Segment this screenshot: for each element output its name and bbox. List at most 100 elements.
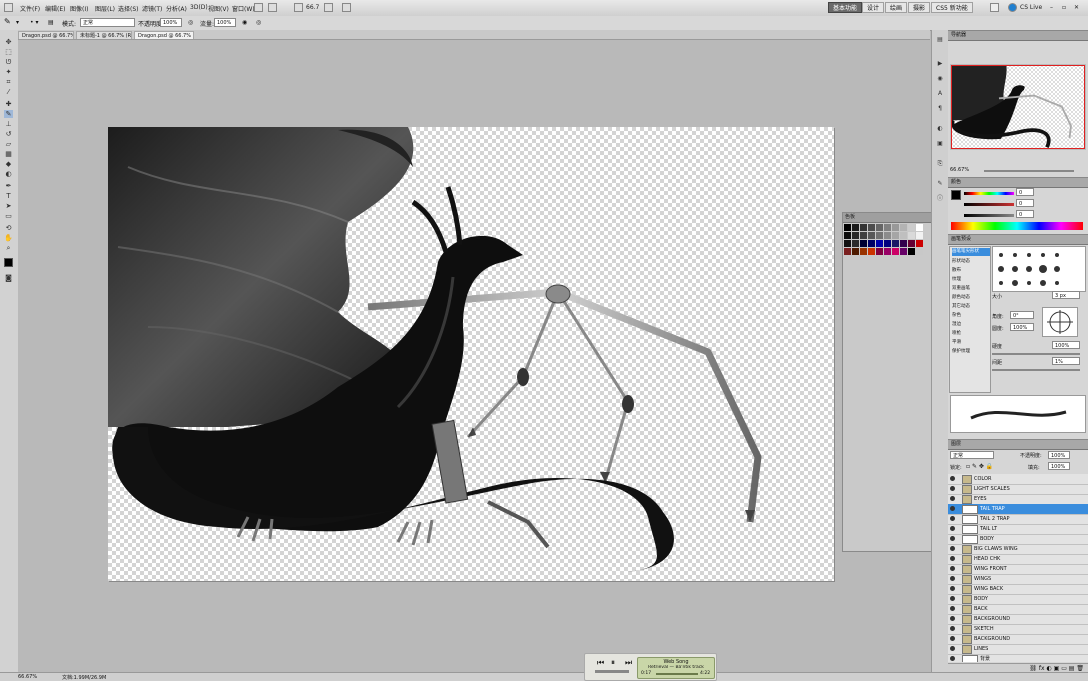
tool-preset-dropdown-icon[interactable]: ▾ [16,19,19,26]
pressure-opacity-icon[interactable]: ◎ [188,19,193,26]
blur-tool-icon[interactable]: ◆ [4,160,13,168]
color-b-slider[interactable] [964,214,1014,217]
eyedropper-tool-icon[interactable]: ⁄ [4,88,13,96]
workspace-essentials[interactable]: 基本功能 [828,2,863,13]
pressure-size-icon[interactable]: ◎ [256,19,261,26]
workspace-painting[interactable]: 绘画 [885,2,908,13]
swatch[interactable] [900,224,907,231]
swatch[interactable] [860,224,867,231]
airbrush-item[interactable]: 喷枪 [952,330,988,338]
prev-icon[interactable]: ⏮ [597,658,604,668]
visibility-eye-icon[interactable] [950,486,955,491]
visibility-eye-icon[interactable] [950,646,955,651]
visibility-eye-icon[interactable] [950,556,955,561]
dodge-tool-icon[interactable]: ◐ [4,170,13,178]
zoom-level-value[interactable]: 66.7 [306,4,319,11]
navigator-title[interactable]: 导航器 [948,31,1088,41]
hand-tool-icon[interactable]: ✋ [4,234,13,242]
menu-layer[interactable]: 图层(L) [95,4,115,13]
paragraph-icon[interactable]: ¶ [935,105,945,113]
swatch[interactable] [884,224,891,231]
visibility-eye-icon[interactable] [950,586,955,591]
wet-edges-item[interactable]: 湿边 [952,321,988,329]
color-r-field[interactable]: 0 [1016,188,1034,196]
swatch[interactable] [908,248,915,255]
3d-icon[interactable]: ◉ [935,75,945,83]
menu-view[interactable]: 视图(V) [208,4,229,13]
hardness-field[interactable]: 100% [1052,341,1080,349]
history-brush-icon[interactable]: ↺ [4,130,13,138]
swatch[interactable] [892,224,899,231]
lasso-tool-icon[interactable]: ᘎ [4,58,13,66]
visibility-eye-icon[interactable] [950,656,955,661]
character-icon[interactable]: A [935,90,945,98]
navigator-zoom[interactable]: 66.67% [950,167,969,173]
texture-item[interactable]: 纹理 [952,276,988,284]
visibility-eye-icon[interactable] [950,516,955,521]
swatch[interactable] [860,232,867,239]
swatch[interactable] [844,224,851,231]
visibility-eye-icon[interactable] [950,626,955,631]
workspace-photography[interactable]: 摄影 [908,2,931,13]
track-progress-bar[interactable] [656,673,698,675]
menu-edit[interactable]: 编辑(E) [45,4,65,13]
layer-opacity-field[interactable]: 100% [1048,451,1070,459]
swatch[interactable] [844,240,851,247]
actions-icon[interactable]: ▶ [935,60,945,68]
swatch[interactable] [868,240,875,247]
restore-icon[interactable]: ▫ [1062,4,1066,11]
swatch[interactable] [916,240,923,247]
dual-brush-item[interactable]: 双重画笔 [952,285,988,293]
masks-icon[interactable]: ▣ [935,140,945,148]
airbrush-icon[interactable]: ◉ [242,19,247,26]
swatch[interactable] [900,248,907,255]
brush-tool-icon[interactable]: ✎ [4,17,11,26]
tool-presets-icon[interactable]: ✎ [935,180,945,188]
visibility-eye-icon[interactable] [950,476,955,481]
cs-live-icon[interactable] [1008,3,1017,12]
layer-row[interactable]: 背景 [948,654,1088,662]
shape-tool-icon[interactable]: ▭ [4,212,13,220]
swatch[interactable] [900,240,907,247]
noise-item[interactable]: 杂色 [952,312,988,320]
visibility-eye-icon[interactable] [950,616,955,621]
swatch[interactable] [860,240,867,247]
opacity-field[interactable]: 100% [160,18,182,27]
swatch[interactable] [916,248,923,255]
visibility-eye-icon[interactable] [950,636,955,641]
next-icon[interactable]: ⏭ [625,658,632,668]
visibility-eye-icon[interactable] [950,496,955,501]
flow-field[interactable]: 100% [214,18,236,27]
status-zoom[interactable]: 66.67% [18,674,37,680]
swatch[interactable] [884,248,891,255]
path-select-tool-icon[interactable]: ➤ [4,202,13,210]
shape-dynamics-item[interactable]: 形状动态 [952,258,988,266]
color-g-slider[interactable] [964,203,1014,206]
marquee-tool-icon[interactable]: ⬚ [4,48,13,56]
swatch[interactable] [876,232,883,239]
visibility-eye-icon[interactable] [950,546,955,551]
swatch[interactable] [852,248,859,255]
document-canvas[interactable] [108,127,834,581]
visibility-eye-icon[interactable] [950,606,955,611]
visibility-eye-icon[interactable] [950,566,955,571]
hardness-slider[interactable] [992,353,1080,355]
pause-icon[interactable]: ⏸ [611,658,615,668]
layer-footer-icons[interactable]: ⛓ fx ◐ ▣ ▭ ▤ 🗑 [948,663,1088,672]
swatch[interactable] [908,224,915,231]
swatch[interactable] [844,232,851,239]
pen-tool-icon[interactable]: ✒ [4,182,13,190]
protect-texture-item[interactable]: 保护纹理 [952,348,988,356]
info-icon[interactable]: ⓘ [935,195,945,203]
swatch[interactable] [908,240,915,247]
brush-size-dropdown-icon[interactable]: • ▾ [30,19,38,26]
swatch[interactable] [892,240,899,247]
angle-field[interactable]: 0° [1010,311,1034,319]
swatch[interactable] [884,232,891,239]
crop-tool-icon[interactable]: ⌗ [4,78,13,86]
swatch[interactable] [844,248,851,255]
arrange-icon[interactable] [324,3,333,12]
swatch[interactable] [876,248,883,255]
swatch[interactable] [900,232,907,239]
roundness-field[interactable]: 100% [1010,323,1034,331]
